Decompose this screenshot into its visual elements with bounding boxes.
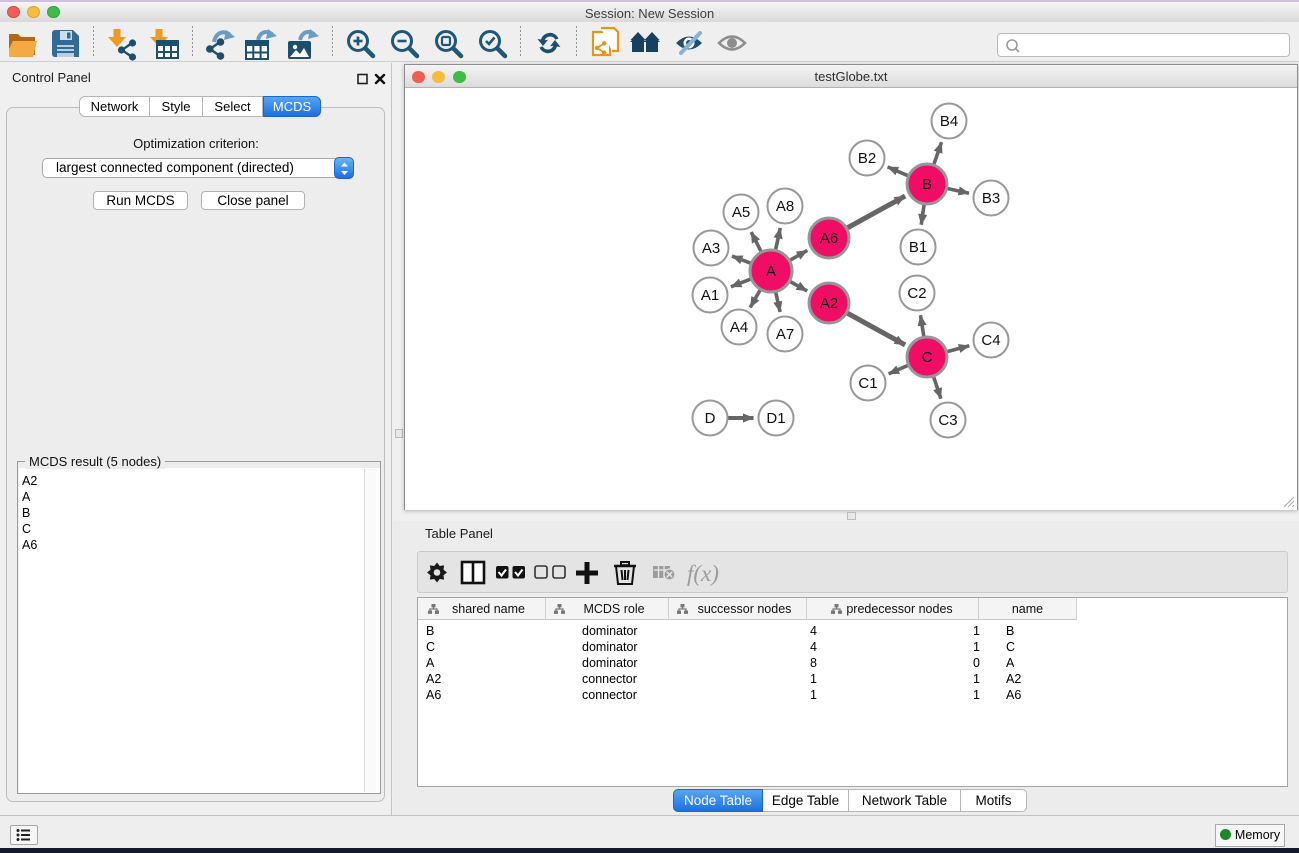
svg-text:D: D [705,410,716,427]
svg-text:C: C [922,349,933,366]
svg-text:A2: A2 [820,295,838,312]
svg-text:A8: A8 [776,198,794,215]
svg-text:B3: B3 [982,190,1000,207]
svg-text:B1: B1 [909,239,927,256]
svg-text:A4: A4 [730,319,748,336]
svg-text:A5: A5 [732,204,750,221]
svg-text:A3: A3 [702,240,720,257]
svg-text:B2: B2 [858,150,876,167]
svg-text:f(x): f(x) [687,561,719,586]
svg-text:A7: A7 [776,326,794,343]
svg-text:C4: C4 [981,332,1000,349]
svg-text:C2: C2 [907,285,926,302]
svg-text:B4: B4 [940,113,958,130]
svg-text:D1: D1 [766,410,785,427]
svg-text:C3: C3 [938,412,957,429]
svg-text:A6: A6 [820,230,838,247]
svg-text:A: A [766,263,776,280]
svg-text:A1: A1 [701,287,719,304]
svg-text:B: B [922,176,932,193]
svg-text:C1: C1 [858,375,877,392]
